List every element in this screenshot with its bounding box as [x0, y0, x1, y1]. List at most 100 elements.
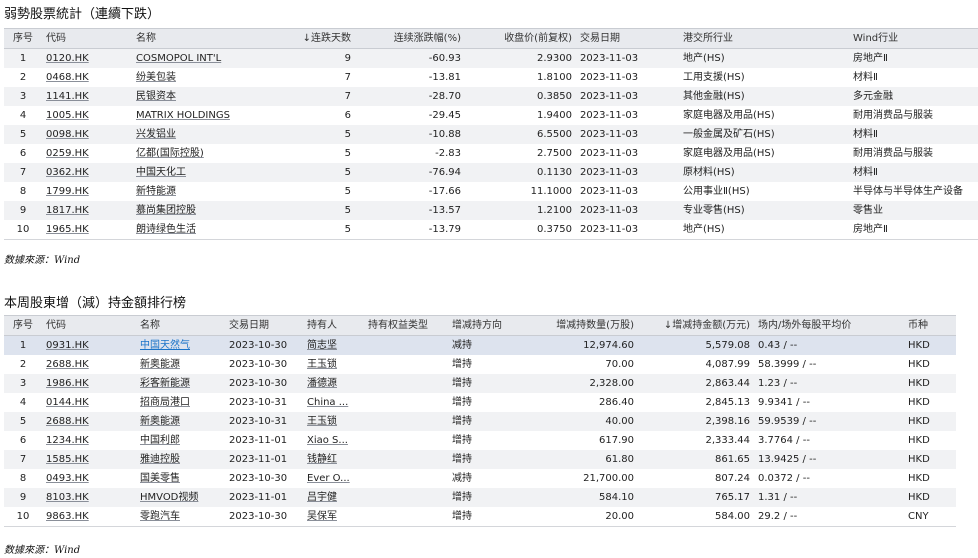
stock-name-link[interactable]: 招商局港口: [140, 397, 190, 408]
stock-code-link[interactable]: 0098.HK: [46, 129, 89, 140]
stock-name-link[interactable]: 民银资本: [136, 91, 176, 102]
stock-code-link[interactable]: 2688.HK: [46, 416, 89, 427]
holder-link[interactable]: 王玉锁: [307, 416, 337, 427]
column-header[interactable]: 名称: [132, 28, 265, 49]
column-header[interactable]: 连续涨跌幅(%): [355, 28, 465, 49]
stock-name-link[interactable]: 新特能源: [136, 186, 176, 197]
cell-text: 0.43 / --: [758, 340, 798, 351]
stock-name-link[interactable]: 雅迪控股: [140, 454, 180, 465]
stock-code-link[interactable]: 0120.HK: [46, 53, 89, 64]
stock-code-link[interactable]: 0931.HK: [46, 340, 89, 351]
table-row[interactable]: 1 0120.HK COSMOPOL INT'L 9 -60.93 2.9300 2023-…: [4, 48, 978, 68]
stock-code-link[interactable]: 0468.HK: [46, 72, 89, 83]
table-cell: 亿都(国际控股): [132, 144, 265, 163]
table-row[interactable]: 1 0931.HK 中国天然气 2023-10-30 简志坚 减持 12,974.60 5,5…: [4, 335, 956, 355]
stock-name-link[interactable]: 亿都(国际控股): [136, 148, 204, 159]
stock-name-link[interactable]: 中国天化工: [136, 167, 186, 178]
stock-name-link[interactable]: 纷美包装: [136, 72, 176, 83]
column-header[interactable]: 币种: [904, 315, 956, 336]
column-header[interactable]: 交易日期: [225, 315, 303, 336]
holder-link[interactable]: 潘德源: [307, 378, 337, 389]
column-header[interactable]: 序号: [4, 28, 42, 49]
stock-name-link[interactable]: 朗诗绿色生活: [136, 224, 196, 235]
holder-link[interactable]: Ever O...: [307, 473, 350, 484]
table-row[interactable]: 2 2688.HK 新奥能源 2023-10-30 王玉锁 增持 70.00 4,087.99…: [4, 355, 956, 374]
holder-link[interactable]: 简志坚: [307, 340, 337, 351]
table-row[interactable]: 3 1986.HK 彩客新能源 2023-10-30 潘德源 增持 2,328.00 2,86…: [4, 374, 956, 393]
stock-code-link[interactable]: 0259.HK: [46, 148, 89, 159]
holder-link[interactable]: 吴保军: [307, 511, 337, 522]
column-header[interactable]: 代码: [42, 28, 132, 49]
column-header[interactable]: 持有权益类型: [364, 315, 448, 336]
column-header[interactable]: 收盘价(前复权): [465, 28, 576, 49]
stock-name-link[interactable]: COSMOPOL INT'L: [136, 53, 221, 64]
table-cell: HKD: [904, 374, 956, 393]
table-cell: -60.93: [355, 48, 465, 68]
stock-name-link[interactable]: 兴发铝业: [136, 129, 176, 140]
holder-link[interactable]: Xiao S...: [307, 435, 348, 446]
stock-name-link[interactable]: 零跑汽车: [140, 511, 180, 522]
column-header[interactable]: 港交所行业: [679, 28, 849, 49]
column-header[interactable]: 增减持数量(万股): [541, 315, 638, 336]
stock-code-link[interactable]: 1234.HK: [46, 435, 89, 446]
column-header[interactable]: ↓连跌天数: [265, 28, 355, 49]
table-row[interactable]: 3 1141.HK 民银资本 7 -28.70 0.3850 2023-11-03 其他金融(…: [4, 87, 978, 106]
cell-text: 2023-11-01: [229, 492, 288, 503]
column-header[interactable]: Wind行业: [849, 28, 978, 49]
table-row[interactable]: 6 1234.HK 中国利郎 2023-11-01 Xiao S... 增持 617.90 2…: [4, 431, 956, 450]
table-row[interactable]: 5 0098.HK 兴发铝业 5 -10.88 6.5500 2023-11-03 一般金属及…: [4, 125, 978, 144]
table-row[interactable]: 9 1817.HK 慕尚集团控股 5 -13.57 1.2100 2023-11-03 专业零…: [4, 201, 978, 220]
table-row[interactable]: 4 1005.HK MATRIX HOLDINGS 6 -29.45 1.9400 2023…: [4, 106, 978, 125]
stock-code-link[interactable]: 9863.HK: [46, 511, 89, 522]
stock-code-link[interactable]: 2688.HK: [46, 359, 89, 370]
stock-code-link[interactable]: 1965.HK: [46, 224, 89, 235]
column-header[interactable]: 名称: [136, 315, 225, 336]
stock-code-link[interactable]: 1005.HK: [46, 110, 89, 121]
stock-code-link[interactable]: 1986.HK: [46, 378, 89, 389]
column-header[interactable]: 代码: [42, 315, 136, 336]
column-header[interactable]: ↓增减持金额(万元): [638, 315, 754, 336]
table-row[interactable]: 7 1585.HK 雅迪控股 2023-11-01 钱静红 增持 61.80 861.65 13…: [4, 450, 956, 469]
column-header[interactable]: 场内/场外每股平均价: [754, 315, 904, 336]
table-row[interactable]: 6 0259.HK 亿都(国际控股) 5 -2.83 2.7500 2023-11-03 家庭…: [4, 144, 978, 163]
holder-link[interactable]: 王玉锁: [307, 359, 337, 370]
stock-code-link[interactable]: 8103.HK: [46, 492, 89, 503]
table-row[interactable]: 10 1965.HK 朗诗绿色生活 5 -13.79 0.3750 2023-11-03 地产…: [4, 220, 978, 240]
holder-link[interactable]: 钱静红: [307, 454, 337, 465]
table-row[interactable]: 5 2688.HK 新奥能源 2023-10-31 王玉锁 增持 40.00 2,398.16…: [4, 412, 956, 431]
stock-name-link[interactable]: 中国天然气: [140, 340, 190, 351]
table-row[interactable]: 2 0468.HK 纷美包装 7 -13.81 1.8100 2023-11-03 工用支援(…: [4, 68, 978, 87]
stock-code-link[interactable]: 0362.HK: [46, 167, 89, 178]
stock-name-link[interactable]: MATRIX HOLDINGS: [136, 110, 230, 121]
holder-link[interactable]: China ...: [307, 397, 348, 408]
stock-name-link[interactable]: 彩客新能源: [140, 378, 190, 389]
holder-link[interactable]: 吕宇健: [307, 492, 337, 503]
table-cell: 增持: [448, 393, 541, 412]
stock-name-link[interactable]: 新奥能源: [140, 359, 180, 370]
stock-code-link[interactable]: 0144.HK: [46, 397, 89, 408]
stock-name-link[interactable]: HMVOD视频: [140, 492, 198, 503]
stock-code-link[interactable]: 1817.HK: [46, 205, 89, 216]
table-row[interactable]: 4 0144.HK 招商局港口 2023-10-31 China ... 增持 286.40…: [4, 393, 956, 412]
stock-name-link[interactable]: 新奥能源: [140, 416, 180, 427]
table-row[interactable]: 9 8103.HK HMVOD视频 2023-11-01 吕宇健 增持 584.10 765.…: [4, 488, 956, 507]
table-row[interactable]: 7 0362.HK 中国天化工 5 -76.94 0.1130 2023-11-03 原材料(…: [4, 163, 978, 182]
column-header[interactable]: 交易日期: [576, 28, 679, 49]
table-row[interactable]: 10 9863.HK 零跑汽车 2023-10-30 吴保军 增持 20.00 584.00 2…: [4, 507, 956, 527]
stock-code-link[interactable]: 1585.HK: [46, 454, 89, 465]
column-header[interactable]: 增减持方向: [448, 315, 541, 336]
column-header[interactable]: 持有人: [303, 315, 364, 336]
table-row[interactable]: 8 1799.HK 新特能源 5 -17.66 11.1000 2023-11-03 公用事业…: [4, 182, 978, 201]
cell-text: 2023-11-03: [580, 110, 639, 121]
stock-name-link[interactable]: 中国利郎: [140, 435, 180, 446]
stock-code-link[interactable]: 1141.HK: [46, 91, 89, 102]
stock-code-link[interactable]: 1799.HK: [46, 186, 89, 197]
table-cell: 5: [265, 220, 355, 240]
column-header[interactable]: 序号: [4, 315, 42, 336]
table-row[interactable]: 8 0493.HK 国美零售 2023-10-30 Ever O... 减持 21,700.…: [4, 469, 956, 488]
stock-name-link[interactable]: 国美零售: [140, 473, 180, 484]
stock-code-link[interactable]: 0493.HK: [46, 473, 89, 484]
stock-name-link[interactable]: 慕尚集团控股: [136, 205, 196, 216]
table-cell: HKD: [904, 488, 956, 507]
cell-text: -13.79: [428, 224, 461, 235]
